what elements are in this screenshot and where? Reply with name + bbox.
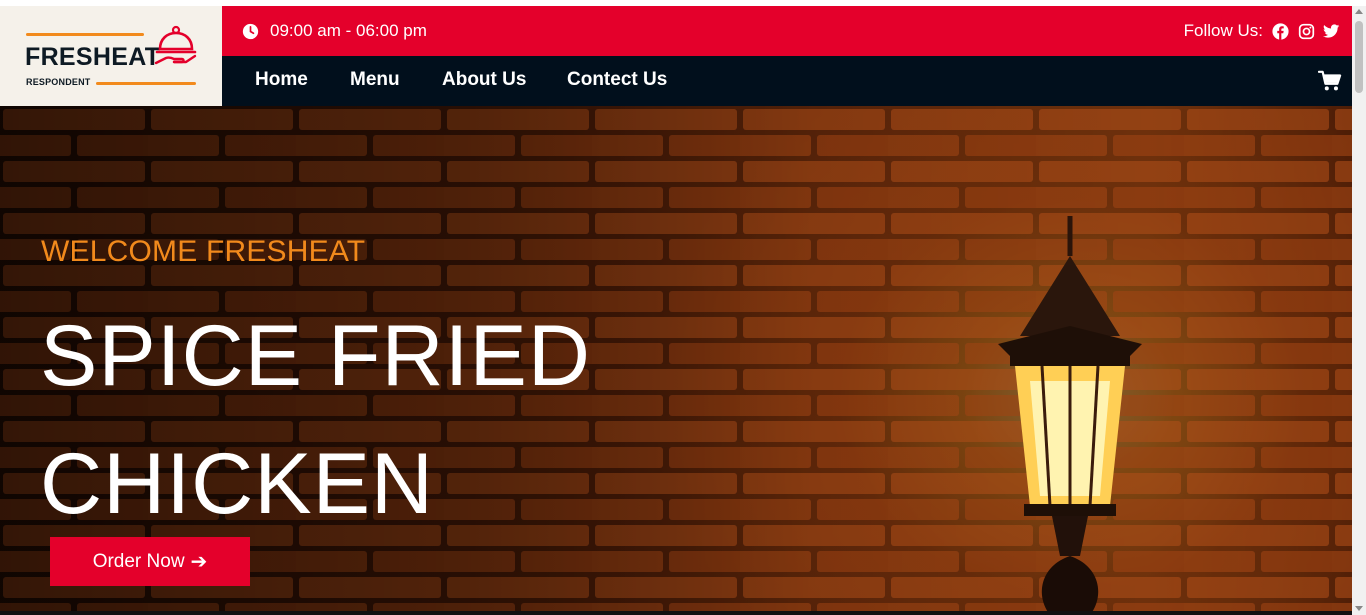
order-now-label: Order Now [92,550,185,572]
serving-cloche-hand-icon [154,25,197,65]
opening-hours: 09:00 am - 06:00 pm [270,21,427,40]
logo-accent-line-top [26,33,144,36]
hero-bottom-edge [0,611,1352,615]
top-info-bar: 09:00 am - 06:00 pm Follow Us: [222,6,1352,56]
logo-accent-line-bottom [96,82,196,85]
logo-name: FRESHEAT [25,43,161,71]
site-logo[interactable]: FRESHEAT RESPONDENT [0,6,222,107]
wall-lamp-image [998,216,1142,615]
hero-banner: WELCOME FRESHEAT SPICE FRIED CHICKEN Ord… [0,106,1352,615]
logo-tagline: RESPONDENT [26,77,91,87]
hero-welcome-text: WELCOME FRESHEAT [41,235,366,268]
cart-icon[interactable] [1318,70,1342,92]
hero-headline-line2: CHICKEN [40,436,435,532]
arrow-right-icon: ➔ [190,551,208,573]
scroll-down-arrow-icon[interactable] [1355,606,1363,611]
scrollbar-thumb[interactable] [1355,21,1363,93]
scroll-up-arrow-icon[interactable] [1355,9,1363,14]
nav-contact-us[interactable]: Contect Us [567,68,667,92]
order-now-button[interactable]: Order Now ➔ [50,537,250,586]
hero-headline-line1: SPICE FRIED [40,308,591,404]
twitter-icon[interactable] [1323,23,1340,40]
nav-menu[interactable]: Menu [350,68,400,92]
page-scrollbar[interactable] [1352,6,1366,615]
follow-us-label: Follow Us: [1183,21,1263,40]
facebook-icon[interactable] [1272,23,1289,40]
hero-headline: SPICE FRIED CHICKEN [40,292,680,548]
nav-about-us[interactable]: About Us [442,68,526,92]
clock-icon [242,23,259,40]
instagram-icon[interactable] [1298,23,1315,40]
nav-home[interactable]: Home [255,68,308,92]
main-navigation: Home Menu About Us Contect Us [222,56,1352,106]
